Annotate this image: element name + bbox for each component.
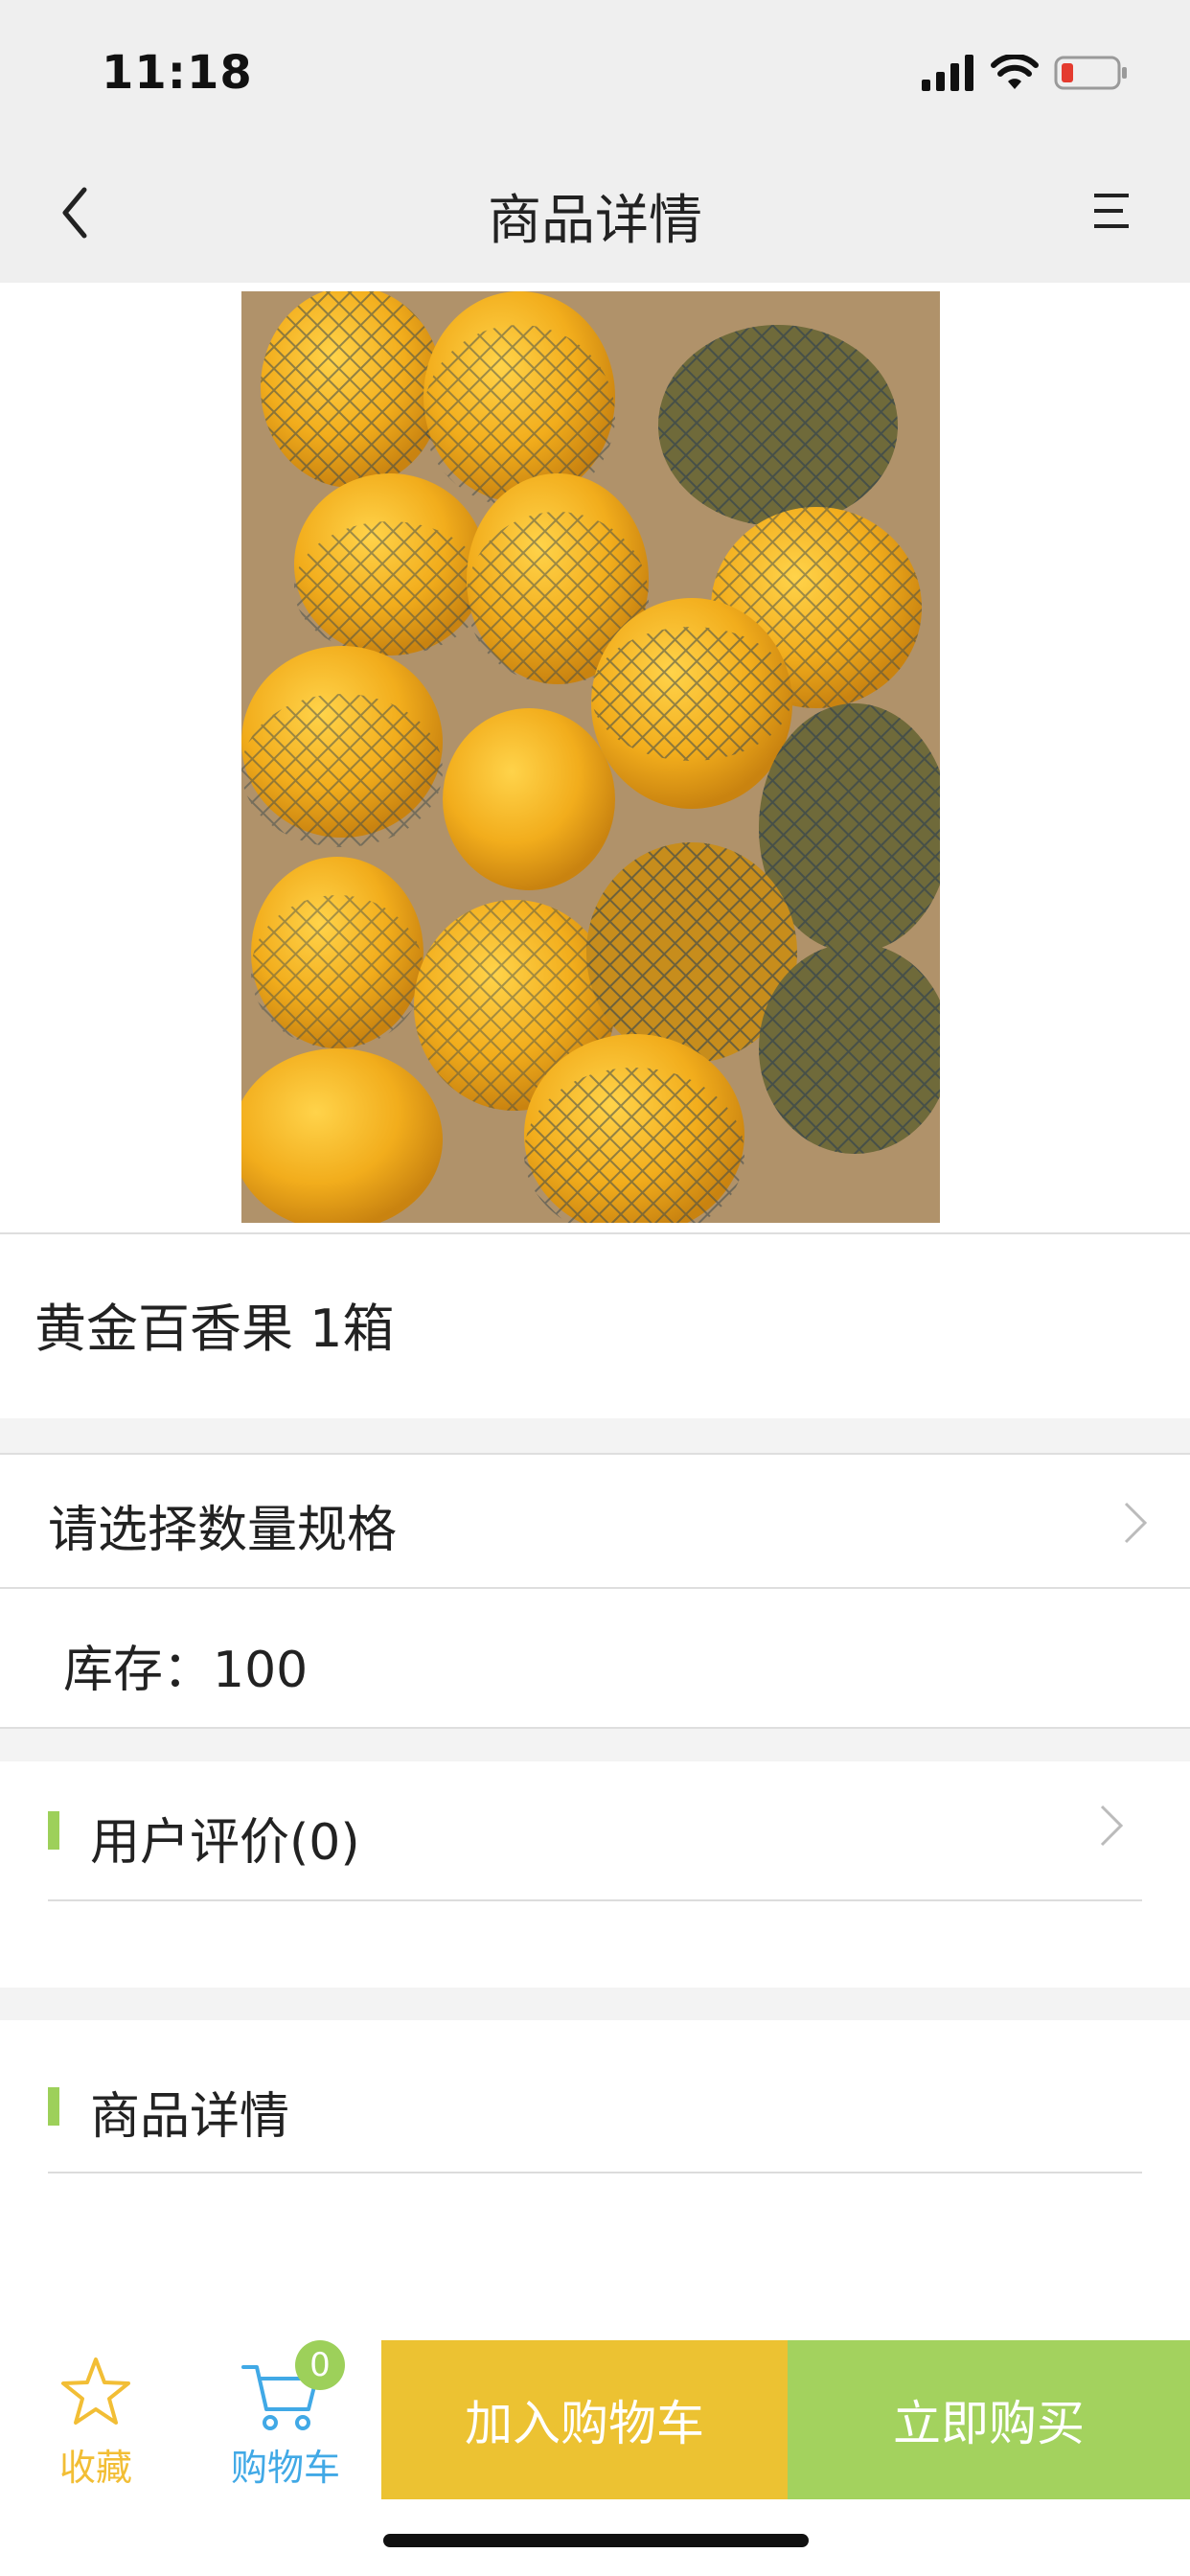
favorite-label: 收藏 xyxy=(58,2447,132,2489)
header: 11:18 商品详情 xyxy=(0,0,1190,283)
chevron-right-icon xyxy=(1124,1502,1148,1544)
spec-select-label: 请选择数量规格 xyxy=(48,1502,398,1559)
details-label: 商品详情 xyxy=(90,2088,290,2146)
reviews-label: 用户评价(0) xyxy=(90,1814,360,1872)
section-gap xyxy=(0,1988,1190,2020)
reviews-row[interactable]: 用户评价(0) xyxy=(0,1761,1190,1899)
cart-label: 购物车 xyxy=(230,2447,340,2489)
spec-select-row[interactable]: 请选择数量规格 xyxy=(0,1455,1190,1587)
page-title: 商品详情 xyxy=(488,190,702,252)
stock-value: 100 xyxy=(213,1642,309,1699)
wifi-icon xyxy=(991,55,1039,89)
stock-label: 库存： xyxy=(63,1642,214,1699)
product-name: 黄金百香果 1箱 xyxy=(34,1299,395,1359)
section-marker xyxy=(48,1811,59,1850)
menu-icon[interactable] xyxy=(1090,192,1133,230)
product-image xyxy=(241,291,940,1223)
section-gap xyxy=(0,1729,1190,1761)
cart-count-badge: 0 xyxy=(295,2340,345,2390)
star-icon xyxy=(61,2358,130,2425)
section-gap xyxy=(0,1418,1190,1453)
add-to-cart-button[interactable]: 加入购物车 xyxy=(381,2340,788,2499)
divider xyxy=(48,2172,1142,2174)
details-row: 商品详情 xyxy=(0,2020,1190,2172)
signal-icon xyxy=(922,55,973,91)
favorite-button[interactable]: 收藏 xyxy=(40,2348,151,2492)
chevron-right-icon xyxy=(1100,1805,1124,1847)
status-icons xyxy=(922,54,1129,92)
cart-button[interactable]: 0 购物车 xyxy=(218,2340,353,2494)
stock-row: 库存：100 xyxy=(0,1589,1190,1727)
buy-now-button[interactable]: 立即购买 xyxy=(788,2340,1190,2499)
battery-icon xyxy=(1054,56,1127,90)
home-indicator xyxy=(383,2534,809,2547)
stock-info: 库存：100 xyxy=(63,1629,308,1701)
section-marker xyxy=(48,2087,59,2126)
divider xyxy=(0,1232,1190,1234)
status-time: 11:18 xyxy=(102,46,253,100)
divider xyxy=(48,1899,1142,1901)
